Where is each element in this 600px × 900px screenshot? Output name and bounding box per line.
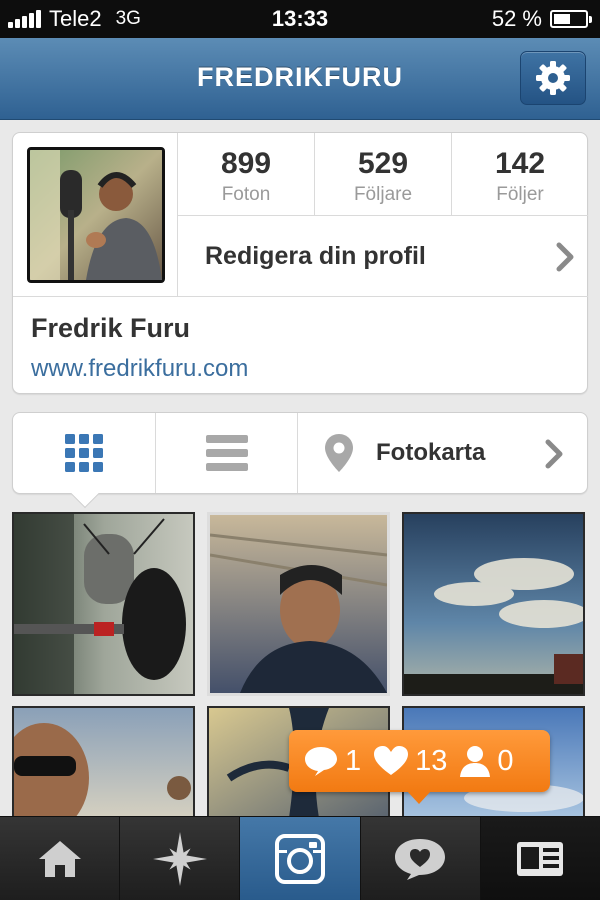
stat-label: Följare <box>353 184 413 205</box>
photo-thumbnail[interactable] <box>12 512 195 696</box>
stat-following[interactable]: 142 Följer <box>452 133 588 215</box>
comment-icon <box>305 747 337 776</box>
chevron-right-icon <box>545 439 563 469</box>
photo-thumbnail[interactable] <box>402 512 585 696</box>
edit-profile-button[interactable]: Redigera din profil <box>179 216 588 296</box>
battery-icon <box>550 10 592 28</box>
heart-icon <box>374 746 409 775</box>
stat-value: 142 <box>494 147 546 180</box>
explore-star-icon <box>152 831 207 886</box>
stat-value: 529 <box>357 147 409 180</box>
avatar[interactable] <box>27 147 165 283</box>
tab-bar <box>0 816 600 900</box>
profile-card: 899 Foton 529 Följare 142 Följer Rediger… <box>12 132 588 394</box>
comments-count: 1 <box>345 744 362 777</box>
news-heart-bubble-icon <box>395 838 446 880</box>
stat-photos[interactable]: 899 Foton <box>178 133 314 215</box>
list-view-tab[interactable] <box>156 413 297 493</box>
battery-percent: 52 % <box>491 6 542 31</box>
website-link[interactable]: www.fredrikfuru.com <box>31 355 248 383</box>
follows-count: 0 <box>497 744 514 777</box>
nav-bar: FREDRIKFURU <box>0 38 600 120</box>
map-pin-icon <box>325 434 353 472</box>
photo-thumbnail[interactable] <box>207 512 390 696</box>
person-icon <box>460 746 491 777</box>
stat-label: Följer <box>496 184 544 205</box>
tab-home[interactable] <box>0 817 120 900</box>
camera-icon <box>275 833 325 884</box>
gear-icon <box>536 61 570 95</box>
tab-profile[interactable] <box>479 817 600 900</box>
photo-thumbnail[interactable] <box>12 706 195 816</box>
profile-card-icon <box>517 841 564 876</box>
tab-news[interactable] <box>359 817 480 900</box>
stat-label: Foton <box>221 184 271 205</box>
tab-explore[interactable] <box>119 817 240 900</box>
edit-profile-label: Redigera din profil <box>205 242 426 270</box>
settings-button[interactable] <box>520 51 586 105</box>
stat-followers[interactable]: 529 Följare <box>315 133 451 215</box>
tab-camera[interactable] <box>239 817 360 900</box>
page-title: FREDRIKFURU <box>197 62 403 92</box>
likes-count: 13 <box>415 744 448 777</box>
list-icon <box>205 435 248 471</box>
home-icon <box>38 840 81 877</box>
chevron-right-icon <box>556 242 574 272</box>
status-bar: Tele2 3G 13:33 52 % <box>0 0 600 38</box>
view-switcher: Fotokarta <box>12 412 588 509</box>
full-name: Fredrik Furu <box>31 313 191 343</box>
grid-icon <box>65 434 103 472</box>
photo-map-label: Fotokarta <box>376 439 486 466</box>
activity-notification[interactable]: 1 13 0 <box>289 730 550 804</box>
stat-value: 899 <box>220 147 272 180</box>
